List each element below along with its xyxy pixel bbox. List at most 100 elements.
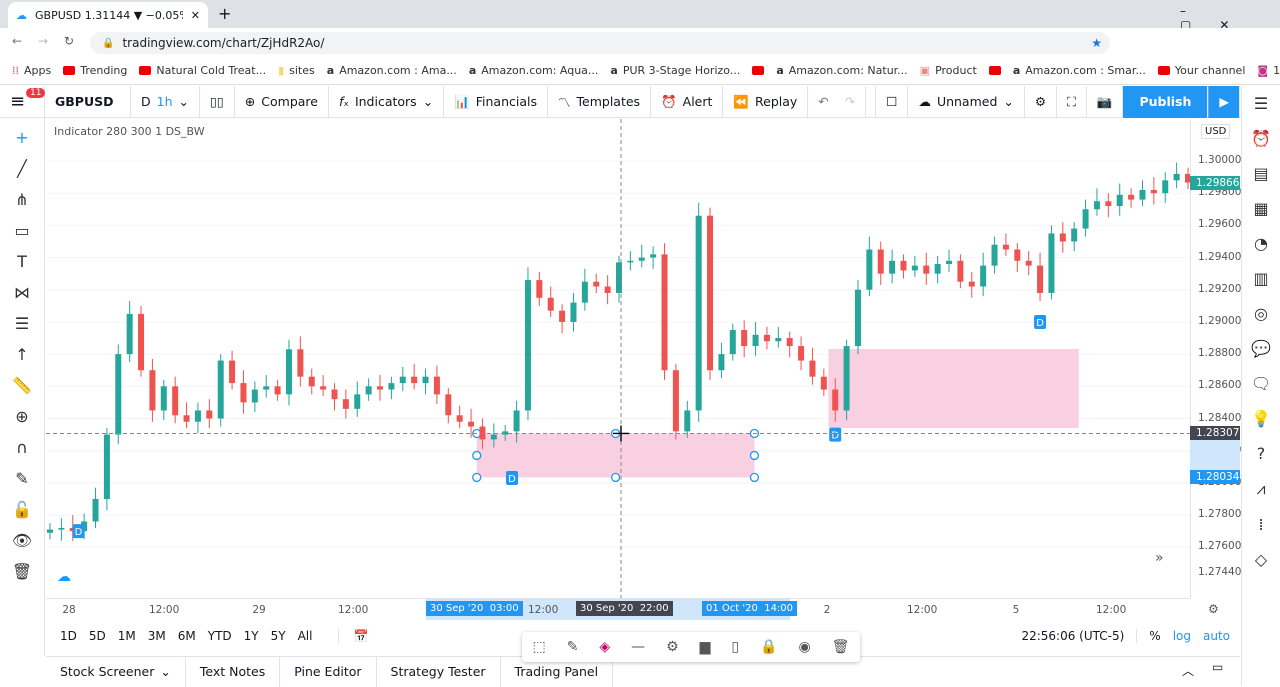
scroll-right-button[interactable]: » <box>1155 550 1164 566</box>
lightbulb-icon[interactable]: 💡 <box>1251 409 1271 428</box>
bookmark-item[interactable]: ◙ 123 <box>1257 64 1280 77</box>
price-axis[interactable]: 1.30000 1.29800 1.29600 1.29400 1.29200 1.290… <box>1190 119 1241 598</box>
gear-icon[interactable]: ⚙ <box>666 639 679 655</box>
templates-button[interactable]: 〽 Templates <box>548 85 652 118</box>
new-tab-button[interactable]: + <box>218 4 231 23</box>
bookmark-item[interactable]: a Amazon.com: Aqua... <box>469 64 599 77</box>
log-toggle[interactable]: log <box>1173 629 1191 643</box>
hotlist-icon[interactable]: ▦ <box>1253 199 1268 218</box>
financials-button[interactable]: 📊 Financials <box>444 85 548 118</box>
pitchfork-icon[interactable]: ⋔ <box>15 190 28 209</box>
resize-handle[interactable] <box>749 450 760 461</box>
bookmark-item[interactable]: a Amazon.com : Smar... <box>1013 64 1146 77</box>
bookmark-item[interactable]: a Amazon.com : Ama... <box>327 64 457 77</box>
indicator-legend[interactable]: Indicator 280 300 1 DS_BW <box>54 125 205 138</box>
watchlist-icon[interactable]: ☰ <box>1254 94 1268 113</box>
order-panel-icon[interactable]: ⩘ <box>1256 479 1265 499</box>
menu-button[interactable]: ≡ 11 <box>0 85 46 118</box>
fullscreen-button[interactable]: ⛶ <box>1057 85 1087 118</box>
zoom-in-icon[interactable]: ⊕ <box>15 407 28 426</box>
compare-button[interactable]: ⊕ Compare <box>235 85 329 118</box>
alerts-icon[interactable]: ⏰ <box>1251 129 1271 148</box>
rectangle-drawing[interactable] <box>828 348 1079 428</box>
interval-select[interactable]: D 1h ⌄ <box>131 85 201 118</box>
data-window-icon[interactable]: ▤ <box>1253 164 1268 183</box>
forward-icon[interactable]: → <box>38 34 48 48</box>
time-axis[interactable]: 28 12:00 29 12:00 12:00 2 12:00 5 12:00 30 Sep '2… <box>46 598 1190 620</box>
eye-icon[interactable]: 👁 <box>12 531 32 550</box>
line-style-icon[interactable]: — <box>631 639 645 655</box>
indicators-button[interactable]: fₓ Indicators ⌄ <box>329 85 445 118</box>
bookmark-item[interactable] <box>988 66 1001 75</box>
close-tab-icon[interactable]: ✕ <box>191 9 200 22</box>
maximize-panel-icon[interactable]: ▭ <box>1212 660 1223 674</box>
eye-icon[interactable]: ◉ <box>798 639 810 655</box>
range-1m[interactable]: 1M <box>118 629 136 643</box>
magnet-icon[interactable]: ∩ <box>16 438 28 457</box>
lock-icon[interactable]: 🔒 <box>760 639 777 655</box>
crosshair-icon[interactable]: + <box>15 128 28 147</box>
back-icon[interactable]: ← <box>12 34 22 48</box>
undo-redo[interactable]: ↶ ↷ <box>808 85 867 118</box>
range-3m[interactable]: 3M <box>148 629 166 643</box>
collapse-panel-icon[interactable]: ︿ <box>1182 662 1194 679</box>
publish-button[interactable]: Publish <box>1123 85 1209 118</box>
help-icon[interactable]: ? <box>1257 444 1266 463</box>
bookmark-item[interactable]: a Amazon.com: Natur... <box>776 64 907 77</box>
layout-name-button[interactable]: ☁ Unnamed ⌄ <box>908 85 1025 118</box>
go-to-date-icon[interactable]: 📅 <box>338 629 368 643</box>
symbol-search[interactable]: GBPUSD <box>45 85 131 118</box>
stay-drawing-icon[interactable]: ✎ <box>15 469 28 488</box>
url-input[interactable]: 🔒 tradingview.com/chart/ZjHdR2Ao/ ★ <box>90 32 1110 54</box>
percent-toggle[interactable]: % <box>1136 629 1161 643</box>
bookmark-item[interactable]: Natural Cold Treat... <box>139 64 266 77</box>
ruler-icon[interactable]: 📏 <box>12 376 32 395</box>
range-1d[interactable]: 1D <box>60 629 77 643</box>
range-all[interactable]: All <box>298 629 313 643</box>
axis-settings-icon[interactable]: ⚙ <box>1208 602 1219 616</box>
range-5y[interactable]: 5Y <box>271 629 286 643</box>
layers-icon[interactable]: ◇ <box>1255 550 1267 569</box>
tab-pine-editor[interactable]: Pine Editor <box>280 656 377 687</box>
range-6m[interactable]: 6M <box>178 629 196 643</box>
notifications-icon[interactable]: 🗨 <box>1251 374 1271 393</box>
snapshot-button[interactable]: 📷 <box>1087 85 1124 118</box>
arrow-up-icon[interactable]: ↑ <box>15 345 28 364</box>
rectangle-icon[interactable]: ▭ <box>14 221 29 240</box>
multi-layout-button[interactable]: ☐ <box>875 85 909 118</box>
bookmark-item[interactable]: ▣ Product <box>920 64 977 77</box>
resize-handle[interactable] <box>610 472 621 483</box>
pencil-icon[interactable]: ✎ <box>567 639 579 655</box>
bookmark-item[interactable]: Your channel <box>1157 64 1245 77</box>
tab-stock-screener[interactable]: Stock Screener ⌄ <box>46 656 186 687</box>
browser-tab[interactable]: ☁ GBPUSD 1.31144 ▼ −0.05% Unn ✕ <box>8 2 208 28</box>
tab-strategy-tester[interactable]: Strategy Tester <box>377 656 501 687</box>
lock-icon[interactable]: 🔓 <box>12 500 32 519</box>
template-icon[interactable]: ⬚ <box>532 639 545 655</box>
alert-button[interactable]: ⏰ Alert <box>651 85 724 118</box>
chat-icon[interactable]: 💬 <box>1251 339 1271 358</box>
range-1y[interactable]: 1Y <box>244 629 259 643</box>
clone-icon[interactable]: ▯ <box>731 639 739 655</box>
trend-line-icon[interactable]: ╱ <box>17 159 27 178</box>
bookmark-item[interactable]: ▮ sites <box>278 64 315 77</box>
resize-handle[interactable] <box>472 472 482 483</box>
bookmark-item[interactable] <box>752 66 765 75</box>
dom-icon[interactable]: ⁞ <box>1258 515 1263 534</box>
redo-icon[interactable]: ↷ <box>845 94 855 109</box>
pattern-icon[interactable]: ⋈ <box>14 283 30 302</box>
streams-icon[interactable]: ◎ <box>1254 304 1268 323</box>
clock[interactable]: 22:56:06 (UTC-5) <box>1021 629 1124 643</box>
interval-d[interactable]: D <box>141 94 151 109</box>
bookmark-item[interactable]: ⁞⁞ Apps <box>12 64 51 77</box>
range-5d[interactable]: 5D <box>89 629 106 643</box>
star-icon[interactable]: ★ <box>1091 36 1102 50</box>
resize-handle[interactable] <box>472 450 482 461</box>
trash-icon[interactable]: 🗑 <box>832 639 850 655</box>
ideas-icon[interactable]: ▥ <box>1253 269 1268 288</box>
prediction-icon[interactable]: ☰ <box>15 314 29 333</box>
bring-forward-icon[interactable]: ▆ <box>700 639 711 655</box>
resize-handle[interactable] <box>749 472 760 483</box>
auto-toggle[interactable]: auto <box>1203 629 1230 643</box>
range-ytd[interactable]: YTD <box>208 629 232 643</box>
